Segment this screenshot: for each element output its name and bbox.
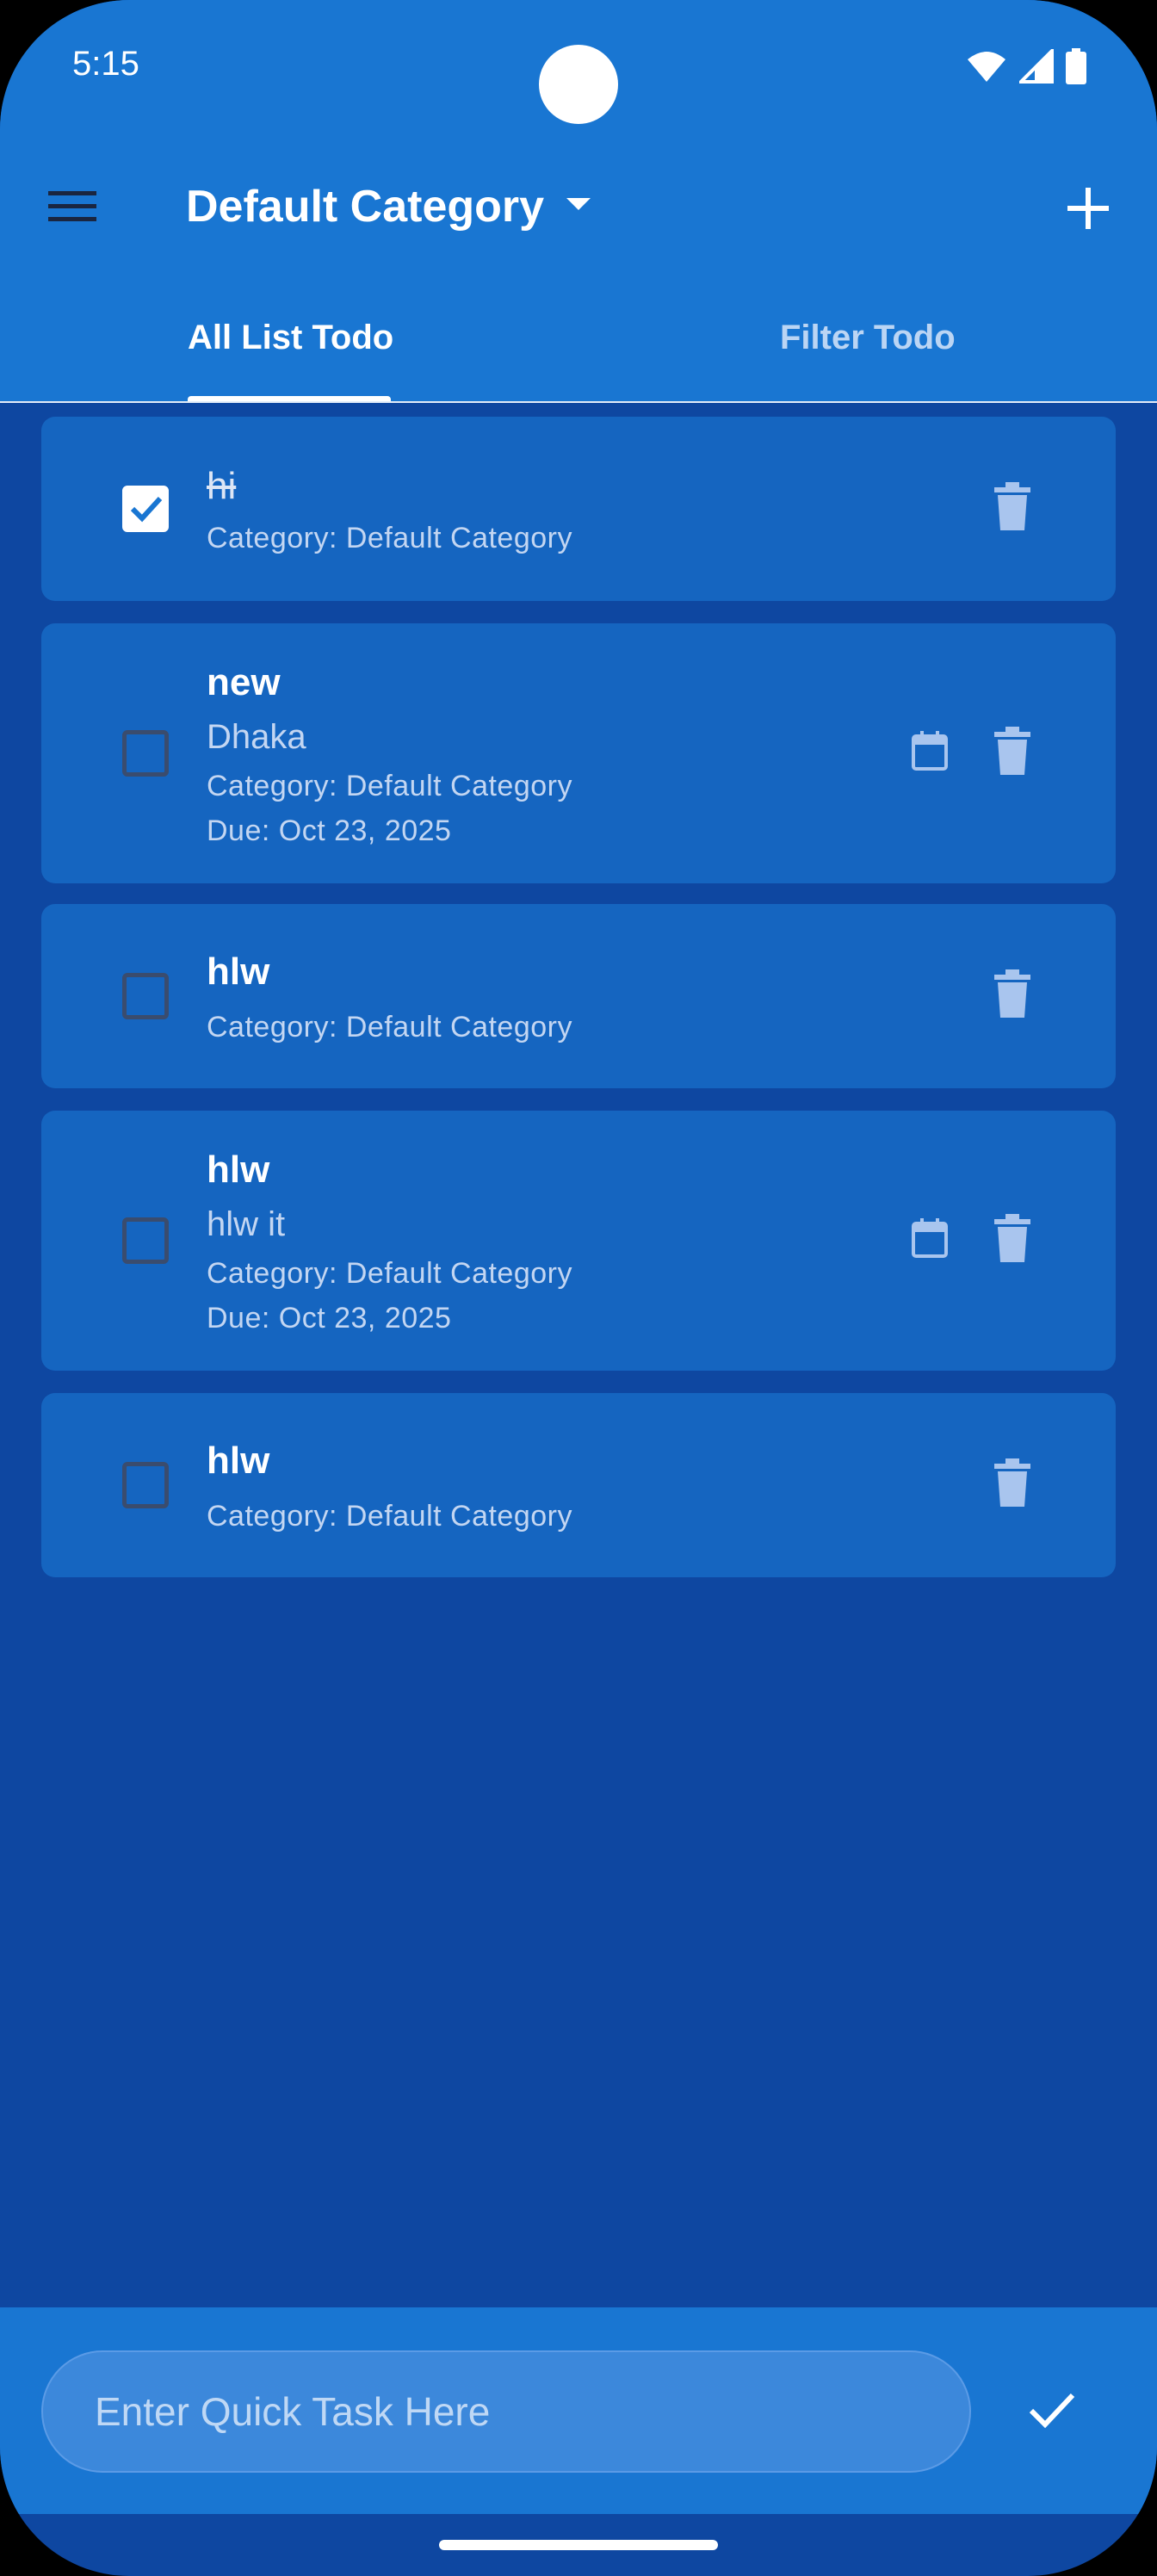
trash-icon [994,481,1030,535]
todo-card[interactable]: new Dhaka Category: Default Category Due… [41,623,1116,883]
todo-due-date: Due: Oct 23, 2025 [207,1302,452,1334]
todo-category: Category: Default Category [207,770,572,802]
todo-card[interactable]: hi Category: Default Category [41,417,1116,601]
delete-button[interactable] [987,1457,1038,1512]
todo-due-date: Due: Oct 23, 2025 [207,814,452,847]
page-title: Default Category [186,182,545,232]
calendar-icon [912,730,948,775]
todo-title: hlw [207,1440,270,1482]
plus-icon [1067,187,1109,233]
todo-card[interactable]: hlw Category: Default Category [41,904,1116,1088]
trash-icon [994,1213,1030,1266]
todo-category: Category: Default Category [207,1257,572,1290]
delete-button[interactable] [987,1212,1038,1267]
home-indicator[interactable] [439,2540,718,2550]
signal-icon [1019,49,1054,84]
check-icon [1028,2392,1076,2434]
todo-title: hi [207,465,237,507]
todo-checkbox[interactable] [122,1217,169,1264]
calendar-icon [912,1217,948,1262]
todo-checkbox[interactable] [122,730,169,777]
quick-task-input[interactable] [41,2350,971,2473]
tab-all-list-todo[interactable]: All List Todo [188,319,393,357]
category-dropdown[interactable]: Default Category [186,181,591,232]
app-header: 5:15 Default Category All List Todo Filt… [0,0,1157,403]
battery-icon [1066,48,1086,84]
menu-button[interactable] [43,183,102,234]
trash-icon [994,726,1030,779]
add-button[interactable] [1061,183,1116,238]
todo-title: new [207,661,281,703]
date-button[interactable] [904,725,956,780]
todo-checkbox[interactable] [122,1462,169,1508]
delete-button[interactable] [987,968,1038,1023]
todo-description: Dhaka [207,718,306,756]
todo-checkbox[interactable] [122,486,169,532]
delete-button[interactable] [987,725,1038,780]
status-icons [966,48,1086,84]
trash-icon [994,1458,1030,1511]
tab-divider [0,401,1157,403]
todo-checkbox[interactable] [122,973,169,1019]
tab-filter-todo[interactable]: Filter Todo [780,319,956,357]
menu-icon [48,189,96,228]
confirm-quick-task-button[interactable] [1021,2381,1083,2443]
todo-category: Category: Default Category [207,1500,572,1533]
camera-cutout [539,45,618,124]
delete-button[interactable] [987,480,1038,536]
todo-description: hlw it [207,1205,286,1243]
todo-card[interactable]: hlw hlw it Category: Default Category Du… [41,1111,1116,1371]
todo-title: hlw [207,951,270,993]
phone-screen: 5:15 Default Category All List Todo Filt… [0,0,1157,2576]
trash-icon [994,969,1030,1022]
status-time: 5:15 [72,45,139,83]
todo-category: Category: Default Category [207,1011,572,1043]
quick-task-bar [0,2307,1157,2514]
todo-card[interactable]: hlw Category: Default Category [41,1393,1116,1577]
todo-title: hlw [207,1149,270,1191]
dropdown-arrow-icon [566,197,591,216]
date-button[interactable] [904,1212,956,1267]
wifi-icon [966,49,1007,84]
todo-category: Category: Default Category [207,522,572,554]
